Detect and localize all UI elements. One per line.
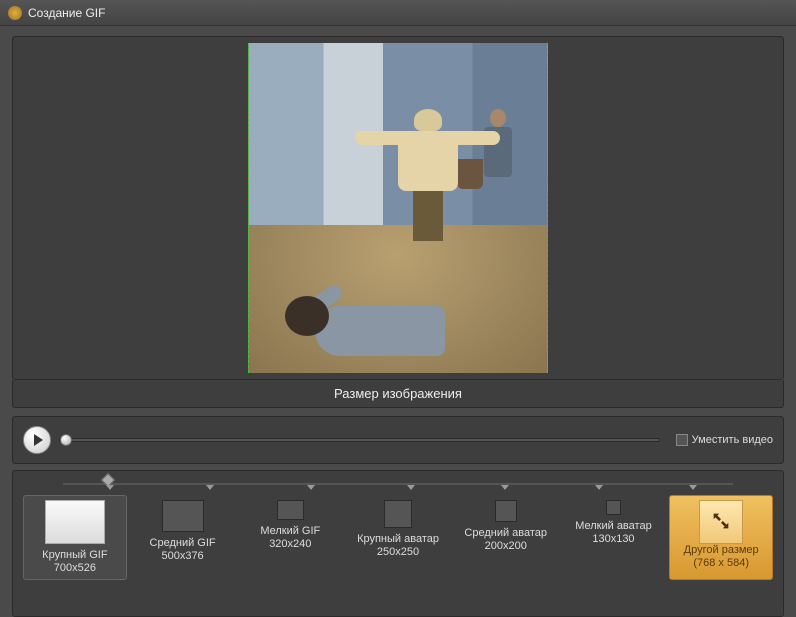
preset-thumb xyxy=(162,500,204,532)
preset-dims: 130x130 xyxy=(592,533,634,546)
preset-label: Мелкий аватар xyxy=(575,520,651,533)
preset-label: Крупный GIF xyxy=(42,549,107,562)
preset-label: Крупный аватар xyxy=(357,533,439,546)
ruler-tick xyxy=(106,485,114,490)
preset-dims: 250x250 xyxy=(377,546,419,559)
fit-video-checkbox[interactable] xyxy=(676,434,688,446)
preset-label: Средний аватар xyxy=(464,527,547,540)
size-preset-custom[interactable]: Другой размер(768 x 584) xyxy=(669,495,773,580)
section-heading: Размер изображения xyxy=(12,380,784,408)
fit-video-option[interactable]: Уместить видео xyxy=(668,434,773,446)
preset-thumb xyxy=(384,500,412,528)
preset-thumb xyxy=(699,500,743,544)
size-preset[interactable]: Крупный аватар250x250 xyxy=(346,495,450,580)
ruler-tick xyxy=(689,485,697,490)
ruler-tick xyxy=(595,485,603,490)
window-title: Создание GIF xyxy=(28,6,105,20)
size-preset[interactable]: Средний аватар200x200 xyxy=(454,495,558,580)
ruler-tick xyxy=(407,485,415,490)
preset-dims: 200x200 xyxy=(485,540,527,553)
size-preset[interactable]: Мелкий GIF320x240 xyxy=(238,495,342,580)
size-preset[interactable]: Средний GIF500x376 xyxy=(131,495,235,580)
preset-thumb xyxy=(606,500,621,515)
play-icon xyxy=(34,434,43,446)
app-icon xyxy=(8,6,22,20)
preview-panel xyxy=(12,36,784,380)
preset-thumb xyxy=(495,500,517,522)
preset-dims: 700x526 xyxy=(54,562,96,575)
playback-knob[interactable] xyxy=(60,434,72,446)
presets-row: Крупный GIF700x526Средний GIF500x376Мелк… xyxy=(23,495,773,580)
expand-icon xyxy=(710,510,732,535)
preset-label: Средний GIF xyxy=(150,537,216,550)
preset-label: Мелкий GIF xyxy=(260,525,320,538)
titlebar: Создание GIF xyxy=(0,0,796,26)
preset-dims: 320x240 xyxy=(269,538,311,551)
size-preset[interactable]: Крупный GIF700x526 xyxy=(23,495,127,580)
preset-dims: 500x376 xyxy=(161,550,203,563)
video-preview[interactable] xyxy=(248,43,548,373)
play-button[interactable] xyxy=(23,426,51,454)
size-preset[interactable]: Мелкий аватар130x130 xyxy=(562,495,666,580)
preset-label: Другой размер xyxy=(684,544,759,557)
preset-thumb xyxy=(45,500,105,544)
content-area: Размер изображения Уместить видео Крупны… xyxy=(0,26,796,617)
ruler-tick xyxy=(206,485,214,490)
size-ruler[interactable] xyxy=(63,477,733,491)
preset-thumb xyxy=(277,500,304,520)
size-presets-panel: Крупный GIF700x526Средний GIF500x376Мелк… xyxy=(12,470,784,617)
ruler-tick xyxy=(501,485,509,490)
playback-bar: Уместить видео xyxy=(12,416,784,464)
ruler-tick xyxy=(307,485,315,490)
playback-slider[interactable] xyxy=(59,438,660,442)
preset-dims: (768 x 584) xyxy=(693,557,749,570)
fit-video-label: Уместить видео xyxy=(692,434,773,446)
